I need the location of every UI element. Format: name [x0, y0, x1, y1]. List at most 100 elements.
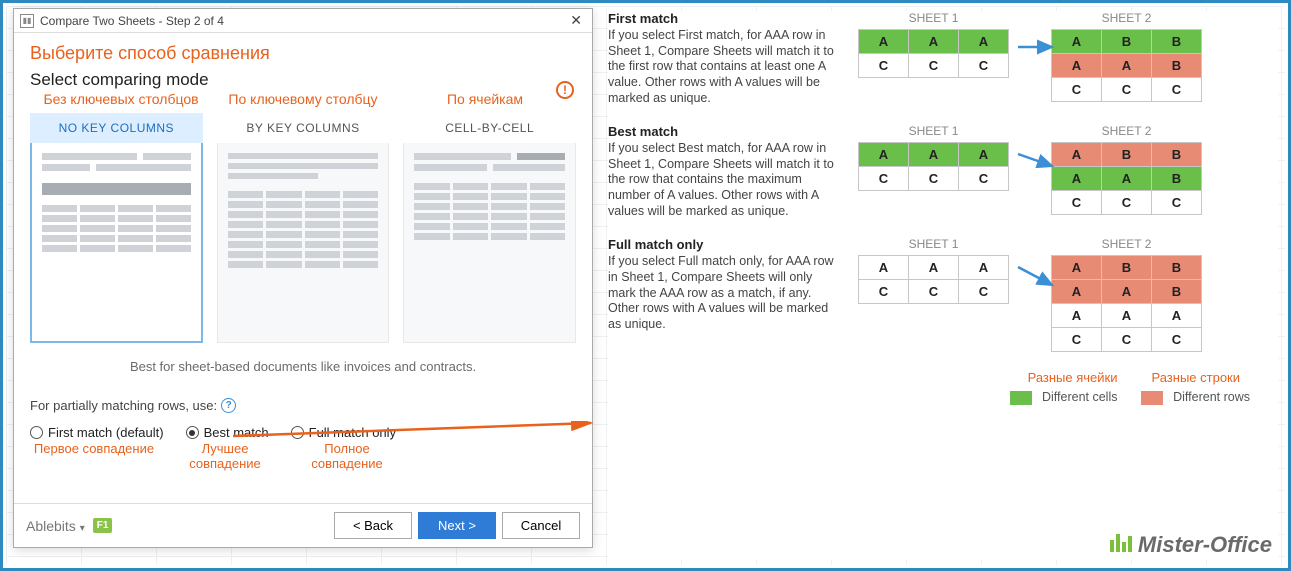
mode-illustration — [30, 143, 203, 343]
legend-en: Different cells Different rows — [608, 389, 1278, 405]
table-cell: C — [959, 167, 1009, 191]
table-row: AAA — [859, 143, 1009, 167]
heading-ru-annotation: Выберите способ сравнения — [30, 43, 576, 64]
mode-title-cell: CELL-BY-CELL — [403, 113, 576, 143]
f1-badge[interactable]: F1 — [93, 518, 113, 533]
radio-anno-first: Первое совпадение — [30, 442, 158, 471]
table-cell: A — [909, 256, 959, 280]
table-cell: C — [959, 280, 1009, 304]
mode-title-by-key: BY KEY COLUMNS — [217, 113, 390, 143]
dialog-titlebar: ▮▮ Compare Two Sheets - Step 2 of 4 ✕ — [14, 9, 592, 33]
cancel-button[interactable]: Cancel — [502, 512, 580, 539]
radio-first-match[interactable]: First match (default) — [30, 425, 164, 440]
table-cell: C — [1052, 78, 1102, 102]
table-row: AAA — [1052, 304, 1202, 328]
legend-rows-label: Different rows — [1173, 390, 1250, 404]
table-cell: A — [1052, 304, 1102, 328]
next-button[interactable]: Next > — [418, 512, 496, 539]
example-title: Full match only — [608, 237, 838, 252]
table-cell: A — [1152, 304, 1202, 328]
table-cell: A — [959, 143, 1009, 167]
table-cell: C — [1152, 328, 1202, 352]
table-cell: A — [1052, 54, 1102, 78]
table-cell: A — [909, 30, 959, 54]
table-row: CCC — [859, 280, 1009, 304]
mode-hint: Best for sheet-based documents like invo… — [30, 359, 576, 374]
table-row: ABB — [1052, 256, 1202, 280]
help-icon[interactable]: ? — [221, 398, 236, 413]
radio-icon — [186, 426, 199, 439]
table-cell: B — [1152, 256, 1202, 280]
table-cell: C — [1152, 78, 1202, 102]
heading-en: Select comparing mode — [30, 70, 576, 90]
table-cell: C — [1152, 191, 1202, 215]
mode-annotations-ru: Без ключевых столбцов По ключевому столб… — [30, 92, 576, 107]
table-cell: A — [1052, 30, 1102, 54]
example-first: First match If you select First match, f… — [608, 11, 1278, 106]
table-row: AAB — [1052, 280, 1202, 304]
legend-cells-label: Different cells — [1042, 390, 1118, 404]
legend: Разные ячейки Разные строки — [608, 370, 1278, 385]
brand-label[interactable]: Ablebits ▾ — [26, 518, 85, 534]
mode-cell-by-cell[interactable]: CELL-BY-CELL — [403, 113, 576, 343]
table-cell: A — [959, 30, 1009, 54]
sheet-label: SHEET 1 — [858, 124, 1009, 138]
table-cell: A — [959, 256, 1009, 280]
data-table: ABBAABAAACCC — [1051, 255, 1202, 352]
table-cell: A — [909, 143, 959, 167]
back-button[interactable]: < Back — [334, 512, 412, 539]
examples-panel: First match If you select First match, f… — [608, 11, 1278, 560]
example-title: First match — [608, 11, 838, 26]
annotation-arrow — [233, 421, 603, 451]
table-row: AAA — [859, 256, 1009, 280]
table-cell: C — [1102, 78, 1152, 102]
data-table: ABBAABCCC — [1051, 142, 1202, 215]
compare-dialog: ▮▮ Compare Two Sheets - Step 2 of 4 ✕ Вы… — [13, 8, 593, 548]
radio-label: First match (default) — [48, 425, 164, 440]
table-cell: A — [1052, 143, 1102, 167]
legend-anno-rows: Разные строки — [1151, 370, 1240, 385]
table-row: AAB — [1052, 167, 1202, 191]
table-cell: C — [1102, 191, 1152, 215]
table-row: CCC — [1052, 78, 1202, 102]
mode-by-key-columns[interactable]: BY KEY COLUMNS — [217, 113, 390, 343]
match-arrow-icon — [1016, 37, 1056, 61]
sheet-table: SHEET 2 ABBAABCCC — [1051, 11, 1202, 102]
legend-swatch-red — [1141, 391, 1163, 405]
legend-swatch-green — [1010, 391, 1032, 405]
table-cell: C — [959, 54, 1009, 78]
table-row: AAB — [1052, 54, 1202, 78]
match-arrow-icon — [1016, 150, 1056, 174]
example-desc: If you select Full match only, for AAA r… — [608, 254, 838, 332]
table-row: CCC — [1052, 328, 1202, 352]
mode-no-key-columns[interactable]: NO KEY COLUMNS — [30, 113, 203, 343]
sheet-label: SHEET 1 — [858, 237, 1009, 251]
table-cell: C — [909, 280, 959, 304]
data-table: AAACCC — [858, 29, 1009, 78]
table-cell: B — [1102, 256, 1152, 280]
warning-icon[interactable]: ! — [556, 81, 574, 99]
example-full: Full match only If you select Full match… — [608, 237, 1278, 352]
table-cell: C — [1052, 328, 1102, 352]
data-table: AAACCC — [858, 142, 1009, 191]
table-cell: B — [1152, 280, 1202, 304]
table-cell: A — [1052, 256, 1102, 280]
table-cell: A — [1052, 280, 1102, 304]
data-table: AAACCC — [858, 255, 1009, 304]
sheet-label: SHEET 1 — [858, 11, 1009, 25]
table-cell: C — [909, 54, 959, 78]
table-cell: C — [1102, 328, 1152, 352]
sheet-table: SHEET 1 AAACCC — [858, 124, 1009, 191]
close-icon[interactable]: ✕ — [566, 12, 586, 29]
example-desc: If you select First match, for AAA row i… — [608, 28, 838, 106]
table-row: CCC — [1052, 191, 1202, 215]
table-row: ABB — [1052, 30, 1202, 54]
app-icon: ▮▮ — [20, 14, 34, 28]
table-cell: B — [1152, 143, 1202, 167]
sheet-table: SHEET 1 AAACCC — [858, 11, 1009, 78]
table-row: CCC — [859, 54, 1009, 78]
table-row: AAA — [859, 30, 1009, 54]
sheet-label: SHEET 2 — [1051, 124, 1202, 138]
table-cell: A — [1102, 54, 1152, 78]
table-cell: C — [859, 54, 909, 78]
